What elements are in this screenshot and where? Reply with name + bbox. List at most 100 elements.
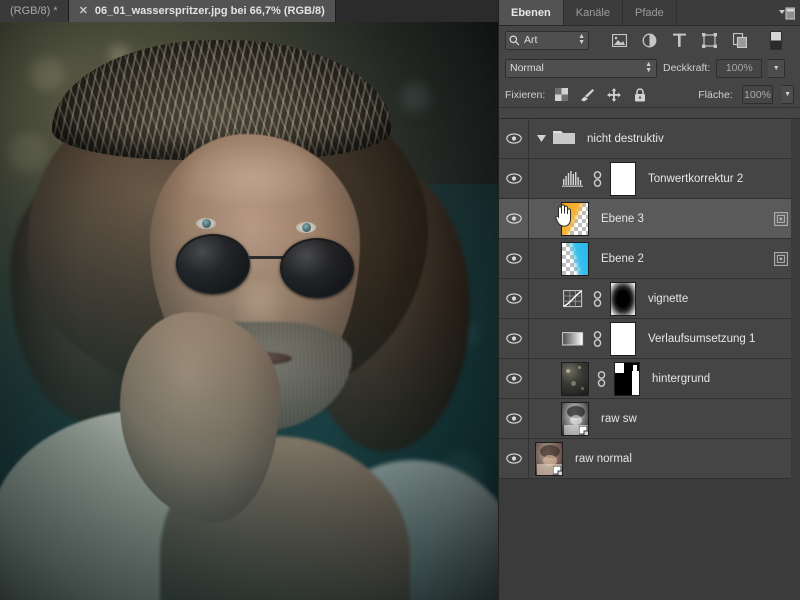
photo-vignette bbox=[0, 22, 498, 600]
layer-thumbnail[interactable] bbox=[561, 361, 589, 396]
image-canvas[interactable] bbox=[0, 22, 498, 600]
smart-object-filter-icon[interactable] bbox=[731, 32, 748, 49]
layer-content[interactable]: nicht destruktiv bbox=[529, 119, 800, 158]
lock-icon-group bbox=[554, 87, 647, 102]
lock-label: Fixieren: bbox=[505, 88, 546, 101]
layer-content[interactable]: Ebene 3 bbox=[529, 199, 800, 238]
eye-icon bbox=[505, 453, 522, 464]
layer-name: Tonwertkorrektur 2 bbox=[648, 172, 744, 185]
layer-thumbnail[interactable] bbox=[561, 401, 589, 436]
layer-mask-thumbnail[interactable] bbox=[610, 321, 636, 356]
panel-tab-bar: Ebenen Kanäle Pfade bbox=[499, 0, 800, 26]
opacity-dropdown-arrow[interactable]: ▼ bbox=[768, 58, 786, 78]
search-icon bbox=[509, 35, 520, 45]
layer-content[interactable]: raw normal bbox=[529, 439, 800, 478]
layer-mask-thumbnail[interactable] bbox=[610, 281, 636, 316]
document-tab-wasserspritzer-label: 06_01_wasserspritzer.jpg bei 66,7% (RGB/… bbox=[94, 5, 325, 17]
layer-content[interactable]: vignette bbox=[529, 279, 800, 318]
document-tab-partial[interactable]: (RGB/8) * bbox=[0, 0, 69, 22]
smart-filter-badge-icon[interactable] bbox=[774, 251, 788, 266]
tab-kanaele[interactable]: Kanäle bbox=[564, 0, 623, 25]
layer-row-tonwertkorrektur-2[interactable]: Tonwertkorrektur 2 bbox=[499, 159, 800, 199]
layer-name: raw sw bbox=[601, 412, 637, 425]
opacity-label: Deckkraft: bbox=[663, 62, 711, 74]
layer-list[interactable]: nicht destruktiv Tonwertkorrektur 2 Eben… bbox=[499, 118, 800, 600]
lock-transparency-icon[interactable] bbox=[554, 87, 569, 102]
layer-row-vignette[interactable]: vignette bbox=[499, 279, 800, 319]
visibility-toggle[interactable] bbox=[499, 119, 529, 158]
layer-mask-thumbnail[interactable] bbox=[610, 161, 636, 196]
layer-row-raw-sw[interactable]: raw sw bbox=[499, 399, 800, 439]
fill-value[interactable]: 100% bbox=[741, 85, 774, 104]
eye-icon bbox=[505, 413, 522, 424]
smart-object-badge-icon bbox=[552, 465, 562, 475]
layer-content[interactable]: hintergrund bbox=[529, 359, 800, 398]
layer-mask-thumbnail[interactable] bbox=[614, 361, 640, 396]
link-mask-icon[interactable] bbox=[591, 330, 604, 348]
tab-pfade[interactable]: Pfade bbox=[623, 0, 677, 25]
visibility-toggle[interactable] bbox=[499, 279, 529, 318]
type-layer-filter-icon[interactable] bbox=[671, 32, 688, 49]
link-mask-icon[interactable] bbox=[591, 170, 604, 188]
layer-thumbnail[interactable] bbox=[535, 441, 563, 476]
folder-icon bbox=[553, 128, 575, 149]
visibility-toggle[interactable] bbox=[499, 399, 529, 438]
tab-ebenen-label: Ebenen bbox=[511, 6, 551, 19]
filter-kind-select[interactable]: Art ▲ ▼ bbox=[505, 30, 589, 50]
pixel-layer-filter-icon[interactable] bbox=[611, 32, 628, 49]
layer-row-ebene-2[interactable]: Ebene 2 bbox=[499, 239, 800, 279]
layers-panel: Ebenen Kanäle Pfade Art ▲ ▼ Normal ▲ ▼ D… bbox=[498, 0, 800, 600]
layer-name: Ebene 2 bbox=[601, 252, 644, 265]
tab-kanaele-label: Kanäle bbox=[575, 6, 610, 19]
layer-name: Ebene 3 bbox=[601, 212, 644, 225]
shape-layer-filter-icon[interactable] bbox=[701, 32, 718, 49]
document-tab-bar: (RGB/8) * ✕ 06_01_wasserspritzer.jpg bei… bbox=[0, 0, 498, 22]
visibility-toggle[interactable] bbox=[499, 239, 529, 278]
photoshop-window: (RGB/8) * ✕ 06_01_wasserspritzer.jpg bei… bbox=[0, 0, 800, 600]
blend-mode-select[interactable]: Normal ▲ ▼ bbox=[505, 58, 657, 78]
layer-name: hintergrund bbox=[652, 372, 711, 385]
chevron-updown-icon[interactable]: ▲ ▼ bbox=[645, 61, 652, 74]
lock-position-icon[interactable] bbox=[606, 87, 621, 102]
layer-content[interactable]: Verlaufsumsetzung 1 bbox=[529, 319, 800, 358]
tab-pfade-label: Pfade bbox=[635, 6, 664, 19]
eye-icon bbox=[505, 373, 522, 384]
visibility-toggle[interactable] bbox=[499, 199, 529, 238]
fill-dropdown-arrow[interactable]: ▼ bbox=[782, 85, 794, 104]
layer-name: nicht destruktiv bbox=[587, 132, 664, 145]
layer-name: raw normal bbox=[575, 452, 632, 465]
chevron-updown-icon[interactable]: ▲ ▼ bbox=[578, 33, 585, 46]
tab-ebenen[interactable]: Ebenen bbox=[499, 0, 564, 25]
eye-icon bbox=[505, 253, 522, 264]
layer-thumbnail[interactable] bbox=[561, 241, 589, 276]
tab-bar-empty-space bbox=[335, 0, 498, 22]
document-tab-wasserspritzer[interactable]: ✕ 06_01_wasserspritzer.jpg bei 66,7% (RG… bbox=[68, 0, 336, 22]
group-expand-triangle-icon[interactable] bbox=[535, 135, 547, 142]
visibility-toggle[interactable] bbox=[499, 439, 529, 478]
adjustment-layer-filter-icon[interactable] bbox=[641, 32, 658, 49]
close-icon[interactable]: ✕ bbox=[79, 5, 88, 17]
panel-menu-icon[interactable] bbox=[779, 6, 795, 20]
lock-pixels-icon[interactable] bbox=[580, 87, 595, 102]
filter-enable-toggle[interactable] bbox=[770, 30, 782, 50]
layer-list-scrollbar[interactable] bbox=[791, 119, 800, 600]
layer-row-hintergrund[interactable]: hintergrund bbox=[499, 359, 800, 399]
layer-row-verlaufsumsetzung-1[interactable]: Verlaufsumsetzung 1 bbox=[499, 319, 800, 359]
lock-all-icon[interactable] bbox=[632, 87, 647, 102]
layer-row-nicht-destruktiv[interactable]: nicht destruktiv bbox=[499, 119, 800, 159]
layer-content[interactable]: Ebene 2 bbox=[529, 239, 800, 278]
layer-thumbnail[interactable] bbox=[561, 201, 589, 236]
layer-content[interactable]: raw sw bbox=[529, 399, 800, 438]
link-mask-icon[interactable] bbox=[591, 290, 604, 308]
fill-label: Fläche: bbox=[698, 88, 733, 101]
visibility-toggle[interactable] bbox=[499, 319, 529, 358]
opacity-value[interactable]: 100% bbox=[716, 58, 763, 78]
visibility-toggle[interactable] bbox=[499, 159, 529, 198]
smart-filter-badge-icon[interactable] bbox=[774, 211, 788, 226]
layer-row-ebene-3[interactable]: Ebene 3 bbox=[499, 199, 800, 239]
layer-row-raw-normal[interactable]: raw normal bbox=[499, 439, 800, 479]
visibility-toggle[interactable] bbox=[499, 359, 529, 398]
layer-name: vignette bbox=[648, 292, 689, 305]
link-mask-icon[interactable] bbox=[595, 370, 608, 388]
layer-content[interactable]: Tonwertkorrektur 2 bbox=[529, 159, 800, 198]
